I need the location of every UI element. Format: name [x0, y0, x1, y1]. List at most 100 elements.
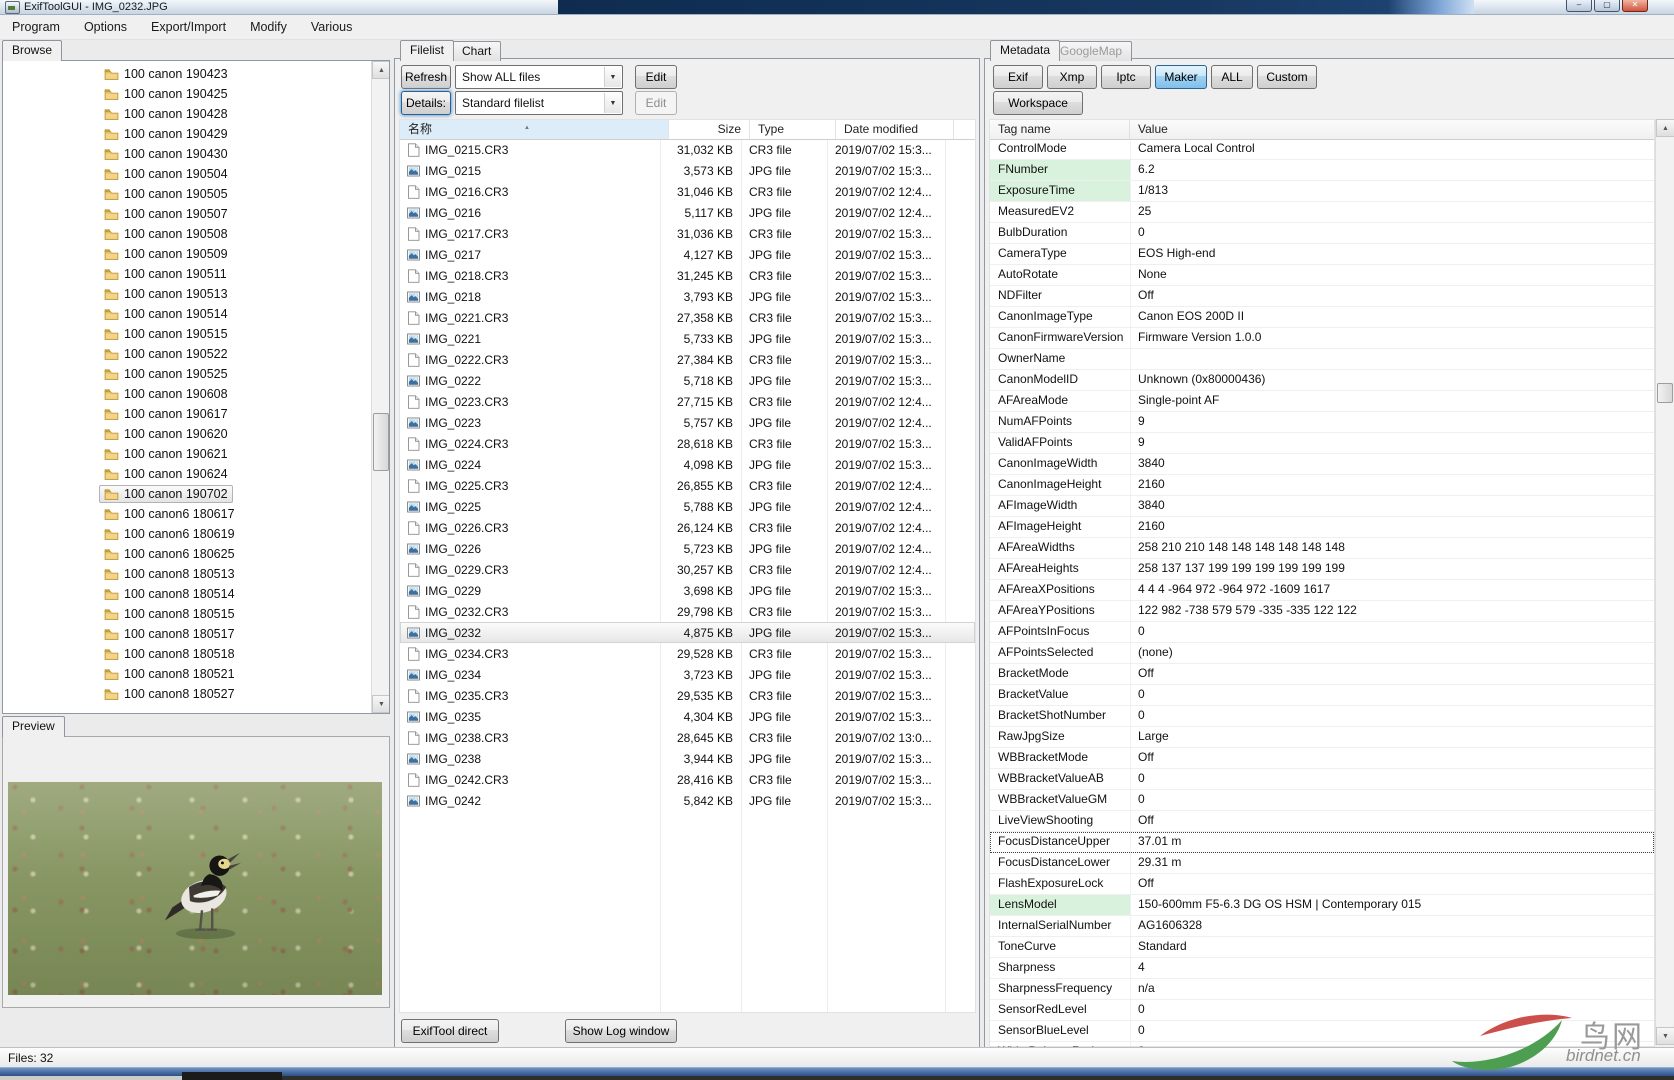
- file-row[interactable]: IMG_0221 5,733 KB JPG file 2019/07/02 15…: [400, 328, 975, 349]
- file-row[interactable]: IMG_0232.CR3 29,798 KB CR3 file 2019/07/…: [400, 601, 975, 622]
- scroll-down-arrow[interactable]: ▼: [372, 695, 389, 713]
- folder-tree-item[interactable]: 100 canon6 180617: [3, 504, 371, 524]
- file-row[interactable]: IMG_0218 3,793 KB JPG file 2019/07/02 15…: [400, 286, 975, 307]
- metadata-row[interactable]: OwnerName: [990, 349, 1654, 370]
- folder-tree-item[interactable]: 100 canon 190702: [3, 484, 371, 504]
- tree-scrollbar-thumb[interactable]: [373, 413, 389, 471]
- file-row[interactable]: IMG_0222.CR3 27,384 KB CR3 file 2019/07/…: [400, 349, 975, 370]
- folder-tree-item[interactable]: 100 canon 190621: [3, 444, 371, 464]
- xmp-button[interactable]: Xmp: [1047, 65, 1097, 89]
- folder-tree-item[interactable]: 100 canon 190624: [3, 464, 371, 484]
- scroll-down-arrow[interactable]: ▼: [1656, 1027, 1674, 1045]
- metadata-row[interactable]: AFImageWidth 3840: [990, 496, 1654, 517]
- tab-preview[interactable]: Preview: [2, 716, 65, 737]
- folder-tree-item[interactable]: 100 canon 190511: [3, 264, 371, 284]
- file-row[interactable]: IMG_0217.CR3 31,036 KB CR3 file 2019/07/…: [400, 223, 975, 244]
- metadata-row[interactable]: SensorBlueLevel 0: [990, 1021, 1654, 1042]
- metadata-row[interactable]: WBBracketValueGM 0: [990, 790, 1654, 811]
- metadata-row[interactable]: BracketShotNumber 0: [990, 706, 1654, 727]
- folder-tree-item[interactable]: 100 canon6 180619: [3, 524, 371, 544]
- folder-tree-item[interactable]: 100 canon 190513: [3, 284, 371, 304]
- refresh-button[interactable]: Refresh: [401, 65, 451, 89]
- details-filter-select[interactable]: Standard filelist ▼: [455, 91, 623, 115]
- folder-tree-item[interactable]: 100 canon 190423: [3, 64, 371, 84]
- menu-program[interactable]: Program: [0, 15, 72, 39]
- file-row[interactable]: IMG_0222 5,718 KB JPG file 2019/07/02 15…: [400, 370, 975, 391]
- file-row[interactable]: IMG_0225.CR3 26,855 KB CR3 file 2019/07/…: [400, 475, 975, 496]
- file-row[interactable]: IMG_0225 5,788 KB JPG file 2019/07/02 12…: [400, 496, 975, 517]
- metadata-row[interactable]: BracketValue 0: [990, 685, 1654, 706]
- file-row[interactable]: IMG_0229 3,698 KB JPG file 2019/07/02 15…: [400, 580, 975, 601]
- folder-tree-item[interactable]: 100 canon 190620: [3, 424, 371, 444]
- metadata-row[interactable]: AFPointsSelected (none): [990, 643, 1654, 664]
- file-row[interactable]: IMG_0226 5,723 KB JPG file 2019/07/02 12…: [400, 538, 975, 559]
- file-row[interactable]: IMG_0215 3,573 KB JPG file 2019/07/02 15…: [400, 160, 975, 181]
- scroll-up-arrow[interactable]: ▲: [372, 61, 389, 79]
- folder-tree-item[interactable]: 100 canon8 180517: [3, 624, 371, 644]
- file-row[interactable]: IMG_0218.CR3 31,245 KB CR3 file 2019/07/…: [400, 265, 975, 286]
- file-row[interactable]: IMG_0242.CR3 28,416 KB CR3 file 2019/07/…: [400, 769, 975, 790]
- metadata-row[interactable]: CameraType EOS High-end: [990, 244, 1654, 265]
- metadata-row[interactable]: InternalSerialNumber AG1606328: [990, 916, 1654, 937]
- metadata-row[interactable]: FNumber 6.2: [990, 160, 1654, 181]
- workspace-button[interactable]: Workspace: [993, 91, 1083, 115]
- metadata-row[interactable]: BracketMode Off: [990, 664, 1654, 685]
- metadata-row[interactable]: AFImageHeight 2160: [990, 517, 1654, 538]
- folder-tree-item[interactable]: 100 canon8 180513: [3, 564, 371, 584]
- metadata-row[interactable]: AFAreaYPositions 122 982 -738 579 579 -3…: [990, 601, 1654, 622]
- folder-tree-item[interactable]: 100 canon 190509: [3, 244, 371, 264]
- file-row[interactable]: IMG_0224.CR3 28,618 KB CR3 file 2019/07/…: [400, 433, 975, 454]
- metadata-row[interactable]: CanonImageWidth 3840: [990, 454, 1654, 475]
- file-row[interactable]: IMG_0226.CR3 26,124 KB CR3 file 2019/07/…: [400, 517, 975, 538]
- metadata-row[interactable]: ExposureTime 1/813: [990, 181, 1654, 202]
- folder-tree-item[interactable]: 100 canon 190617: [3, 404, 371, 424]
- metadata-row[interactable]: CanonFirmwareVersion Firmware Version 1.…: [990, 328, 1654, 349]
- column-header-value[interactable]: Value: [1130, 120, 1654, 139]
- maximize-button[interactable]: ▢: [1594, 0, 1620, 12]
- file-row[interactable]: IMG_0234 3,723 KB JPG file 2019/07/02 15…: [400, 664, 975, 685]
- file-filter-select[interactable]: Show ALL files ▼: [455, 65, 623, 89]
- menu-options[interactable]: Options: [72, 15, 139, 39]
- file-row[interactable]: IMG_0223.CR3 27,715 KB CR3 file 2019/07/…: [400, 391, 975, 412]
- folder-tree-item[interactable]: 100 canon 190522: [3, 344, 371, 364]
- metadata-row[interactable]: NDFilter Off: [990, 286, 1654, 307]
- metadata-row[interactable]: AFAreaWidths 258 210 210 148 148 148 148…: [990, 538, 1654, 559]
- file-row[interactable]: IMG_0234.CR3 29,528 KB CR3 file 2019/07/…: [400, 643, 975, 664]
- metadata-row[interactable]: FocusDistanceUpper 37.01 m: [990, 832, 1654, 853]
- folder-tree-item[interactable]: 100 canon 190429: [3, 124, 371, 144]
- chevron-down-icon[interactable]: ▼: [604, 93, 621, 113]
- folder-tree-item[interactable]: 100 canon8 180518: [3, 644, 371, 664]
- column-header-name[interactable]: 名称 ▲: [400, 120, 669, 139]
- column-header-tag-name[interactable]: Tag name: [990, 120, 1130, 139]
- maker-button[interactable]: Maker: [1155, 65, 1207, 89]
- tree-scrollbar[interactable]: ▲ ▼: [371, 61, 389, 713]
- file-row[interactable]: IMG_0242 5,842 KB JPG file 2019/07/02 15…: [400, 790, 975, 811]
- metadata-row[interactable]: CanonImageType Canon EOS 200D II: [990, 307, 1654, 328]
- folder-tree-item[interactable]: 100 canon 190505: [3, 184, 371, 204]
- metadata-row[interactable]: CanonImageHeight 2160: [990, 475, 1654, 496]
- metadata-row[interactable]: ValidAFPoints 9: [990, 433, 1654, 454]
- folder-tree-item[interactable]: 100 canon 190508: [3, 224, 371, 244]
- folder-tree-item[interactable]: 100 canon 190507: [3, 204, 371, 224]
- menu-various[interactable]: Various: [299, 15, 364, 39]
- file-row[interactable]: IMG_0238 3,944 KB JPG file 2019/07/02 15…: [400, 748, 975, 769]
- column-header-type[interactable]: Type: [750, 120, 836, 139]
- exif-button[interactable]: Exif: [993, 65, 1043, 89]
- metadata-row[interactable]: Sharpness 4: [990, 958, 1654, 979]
- metadata-row[interactable]: LensModel 150-600mm F5-6.3 DG OS HSM | C…: [990, 895, 1654, 916]
- metadata-row[interactable]: ControlMode Camera Local Control: [990, 139, 1654, 160]
- folder-tree-item[interactable]: 100 canon 190504: [3, 164, 371, 184]
- folder-tree-item[interactable]: 100 canon 190430: [3, 144, 371, 164]
- metadata-row[interactable]: SharpnessFrequency n/a: [990, 979, 1654, 1000]
- file-row[interactable]: IMG_0232 4,875 KB JPG file 2019/07/02 15…: [400, 622, 975, 643]
- menu-modify[interactable]: Modify: [238, 15, 299, 39]
- metadata-row[interactable]: FlashExposureLock Off: [990, 874, 1654, 895]
- metadata-row[interactable]: WBBracketMode Off: [990, 748, 1654, 769]
- metadata-row[interactable]: CanonModelID Unknown (0x80000436): [990, 370, 1654, 391]
- file-row[interactable]: IMG_0229.CR3 30,257 KB CR3 file 2019/07/…: [400, 559, 975, 580]
- minimize-button[interactable]: –: [1566, 0, 1592, 12]
- custom-button[interactable]: Custom: [1257, 65, 1317, 89]
- metadata-row[interactable]: ToneCurve Standard: [990, 937, 1654, 958]
- file-row[interactable]: IMG_0224 4,098 KB JPG file 2019/07/02 15…: [400, 454, 975, 475]
- metadata-row[interactable]: AFAreaHeights 258 137 137 199 199 199 19…: [990, 559, 1654, 580]
